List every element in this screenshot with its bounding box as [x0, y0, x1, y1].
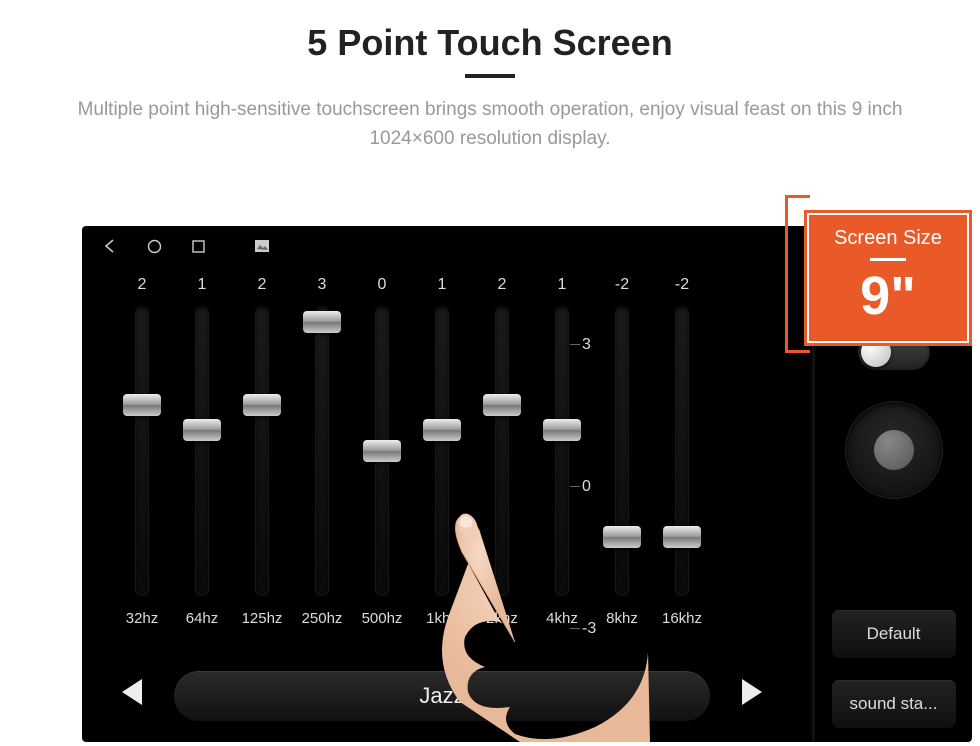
eq-freq-label: 1khz [426, 610, 458, 627]
scale-mid: 0 [582, 478, 591, 496]
slider-thumb-icon[interactable] [123, 394, 161, 416]
eq-slider[interactable] [375, 306, 389, 596]
balance-dial[interactable] [846, 402, 942, 498]
eq-band-9: -2 16khz [652, 276, 712, 646]
recent-apps-icon[interactable] [190, 238, 206, 254]
preset-select[interactable]: Jazz [174, 671, 710, 721]
slider-thumb-icon[interactable] [423, 419, 461, 441]
eq-value: -2 [615, 276, 629, 300]
eq-slider[interactable] [435, 306, 449, 596]
eq-band-0: 2 32hz [112, 276, 172, 646]
eq-value: 1 [438, 276, 447, 300]
eq-band-1: 1 64hz [172, 276, 232, 646]
slider-thumb-icon[interactable] [663, 526, 701, 548]
eq-freq-label: 250hz [302, 610, 343, 627]
dial-knob [874, 430, 914, 470]
page-subtitle: Multiple point high-sensitive touchscree… [50, 96, 930, 153]
eq-band-6: 2 2khz [472, 276, 532, 646]
badge-value: 9" [807, 269, 969, 323]
title-underline [465, 74, 515, 78]
badge-label: Screen Size [807, 227, 969, 250]
slider-thumb-icon[interactable] [243, 394, 281, 416]
eq-value: 0 [378, 276, 387, 300]
preset-next-button[interactable] [732, 677, 772, 716]
eq-band-3: 3 250hz [292, 276, 352, 646]
screen-size-badge: Screen Size 9" [804, 210, 972, 346]
eq-slider[interactable] [315, 306, 329, 596]
gallery-icon[interactable] [254, 238, 270, 254]
page-title: 5 Point Touch Screen [0, 22, 980, 64]
eq-scale: 3 0 -3 [582, 340, 622, 636]
eq-band-5: 1 1khz [412, 276, 472, 646]
eq-value: 3 [318, 276, 327, 300]
eq-slider[interactable] [195, 306, 209, 596]
slider-thumb-icon[interactable] [303, 311, 341, 333]
eq-freq-label: 64hz [186, 610, 219, 627]
eq-freq-label: 4khz [546, 610, 578, 627]
eq-freq-label: 2khz [486, 610, 518, 627]
preset-row: Jazz [112, 668, 772, 724]
eq-slider[interactable] [495, 306, 509, 596]
slider-thumb-icon[interactable] [483, 394, 521, 416]
slider-thumb-icon[interactable] [363, 440, 401, 462]
eq-slider[interactable] [675, 306, 689, 596]
eq-value: -2 [675, 276, 689, 300]
equalizer-panel: 2 32hz 1 64hz 2 125hz 3 250hz 0 500hz 1 1khz 2 2khz 1 4… [82, 266, 802, 742]
sound-stage-button[interactable]: sound sta... [832, 680, 956, 728]
back-icon[interactable] [102, 238, 118, 254]
badge-divider [870, 258, 906, 261]
eq-slider[interactable] [135, 306, 149, 596]
eq-freq-label: 500hz [362, 610, 403, 627]
eq-freq-label: 32hz [126, 610, 159, 627]
eq-band-2: 2 125hz [232, 276, 292, 646]
eq-slider[interactable] [555, 306, 569, 596]
preset-prev-button[interactable] [112, 677, 152, 716]
eq-value: 2 [258, 276, 267, 300]
eq-band-4: 0 500hz [352, 276, 412, 646]
eq-value: 2 [138, 276, 147, 300]
default-button[interactable]: Default [832, 610, 956, 658]
eq-freq-label: 16khz [662, 610, 702, 627]
scale-min: -3 [582, 620, 596, 638]
home-icon[interactable] [146, 238, 162, 254]
eq-value: 1 [558, 276, 567, 300]
slider-thumb-icon[interactable] [543, 419, 581, 441]
eq-freq-label: 125hz [242, 610, 283, 627]
eq-slider[interactable] [255, 306, 269, 596]
eq-value: 2 [498, 276, 507, 300]
scale-max: 3 [582, 336, 591, 354]
slider-thumb-icon[interactable] [183, 419, 221, 441]
eq-value: 1 [198, 276, 207, 300]
